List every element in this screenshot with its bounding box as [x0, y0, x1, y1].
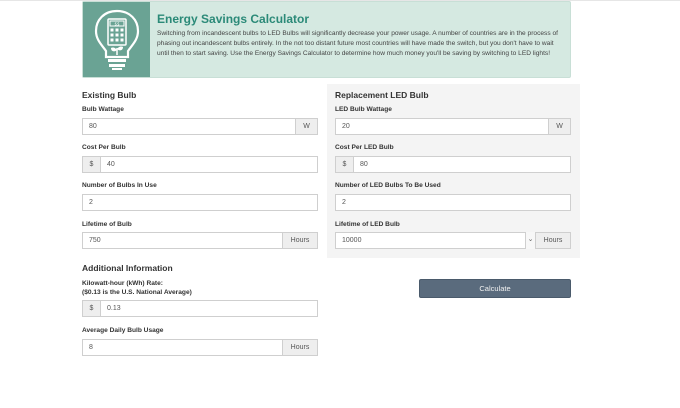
- calculate-button[interactable]: Calculate: [419, 279, 571, 298]
- banner-icon-box: $$: [83, 2, 150, 77]
- bulbs-in-use-input[interactable]: 2: [82, 194, 318, 211]
- cost-per-bulb-input[interactable]: 40: [100, 156, 318, 173]
- bulb-lifetime-input[interactable]: 750: [82, 232, 283, 249]
- led-wattage-input[interactable]: 20: [335, 118, 549, 135]
- bulbs-in-use-label: Number of Bulbs In Use: [82, 182, 157, 189]
- daily-usage-input[interactable]: 8: [82, 339, 283, 356]
- kwh-rate-label: Kilowatt-hour (kWh) Rate:: [82, 280, 163, 287]
- cost-per-led-label: Cost Per LED Bulb: [335, 144, 394, 151]
- cost-per-led-currency: $: [335, 156, 354, 173]
- kwh-rate-input[interactable]: 0.13: [100, 300, 318, 317]
- cost-per-led-input[interactable]: 80: [353, 156, 571, 173]
- additional-info-heading: Additional Information: [82, 263, 173, 273]
- led-wattage-unit: W: [548, 118, 571, 135]
- cost-per-bulb-currency: $: [82, 156, 101, 173]
- existing-bulb-heading: Existing Bulb: [82, 90, 137, 100]
- led-lifetime-unit: Hours: [535, 232, 571, 249]
- banner-description: Switching from incandescent bulbs to LED…: [157, 30, 558, 57]
- led-lifetime-select[interactable]: 10000: [335, 232, 536, 249]
- intro-banner: $$ Energy Savings Calculator Switching f…: [82, 1, 571, 78]
- kwh-rate-currency: $: [82, 300, 101, 317]
- bulb-wattage-input[interactable]: 80: [82, 118, 296, 135]
- replacement-bulb-heading: Replacement LED Bulb: [335, 90, 429, 100]
- banner-title: Energy Savings Calculator: [157, 12, 310, 26]
- led-bulbs-count-label: Number of LED Bulbs To Be Used: [335, 182, 441, 189]
- bulb-lifetime-label: Lifetime of Bulb: [82, 221, 132, 228]
- led-bulbs-count-input[interactable]: 2: [335, 194, 571, 211]
- chevron-down-icon[interactable]: ⌄: [525, 232, 535, 249]
- cost-per-bulb-label: Cost Per Bulb: [82, 144, 126, 151]
- daily-usage-unit: Hours: [282, 339, 318, 356]
- led-wattage-label: LED Bulb Wattage: [335, 106, 392, 113]
- bulb-wattage-unit: W: [295, 118, 318, 135]
- svg-text:$$: $$: [114, 21, 120, 26]
- kwh-rate-note: ($0.13 is the U.S. National Average): [82, 289, 192, 296]
- bulb-wattage-label: Bulb Wattage: [82, 106, 124, 113]
- led-lifetime-label: Lifetime of LED Bulb: [335, 221, 400, 228]
- lightbulb-calculator-icon: $$: [94, 9, 140, 70]
- bulb-lifetime-unit: Hours: [282, 232, 318, 249]
- daily-usage-label: Average Daily Bulb Usage: [82, 327, 164, 334]
